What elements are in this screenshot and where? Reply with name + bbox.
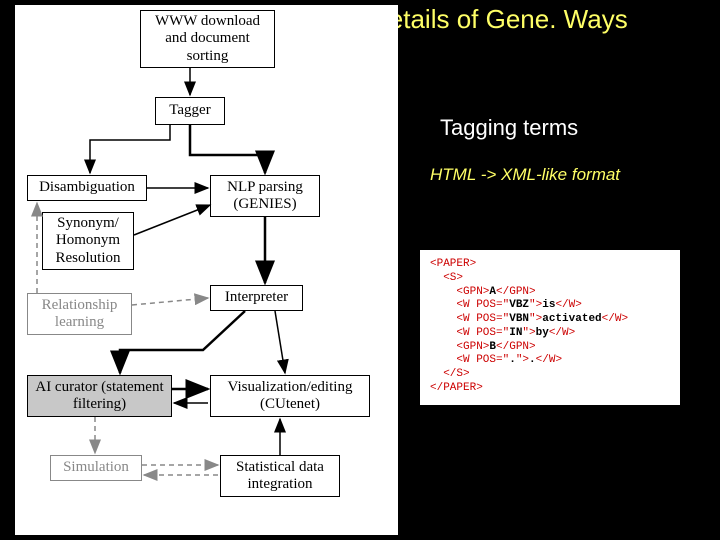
box-nlp: NLP parsing (GENIES) [210, 175, 320, 217]
box-viz: Visualization/editing (CUtenet) [210, 375, 370, 417]
box-stat: Statistical data integration [220, 455, 340, 497]
box-interp: Interpreter [210, 285, 303, 311]
flowchart-diagram: WWW download and document sorting Tagger… [15, 5, 398, 535]
box-tagger: Tagger [155, 97, 225, 125]
xml-code-example: <PAPER> <S> <GPN>A</GPN> <W POS="VBZ">is… [420, 250, 680, 405]
box-www: WWW download and document sorting [140, 10, 275, 68]
box-disambig: Disambiguation [27, 175, 147, 201]
subtitle-tagging: Tagging terms [440, 115, 578, 141]
slide-title: Details of Gene. Ways [370, 4, 628, 35]
box-syn: Synonym/ Homonym Resolution [42, 212, 134, 270]
box-rel: Relationship learning [27, 293, 132, 335]
subtitle-format: HTML -> XML-like format [430, 165, 620, 185]
box-sim: Simulation [50, 455, 142, 481]
box-ai: AI curator (statement filtering) [27, 375, 172, 417]
